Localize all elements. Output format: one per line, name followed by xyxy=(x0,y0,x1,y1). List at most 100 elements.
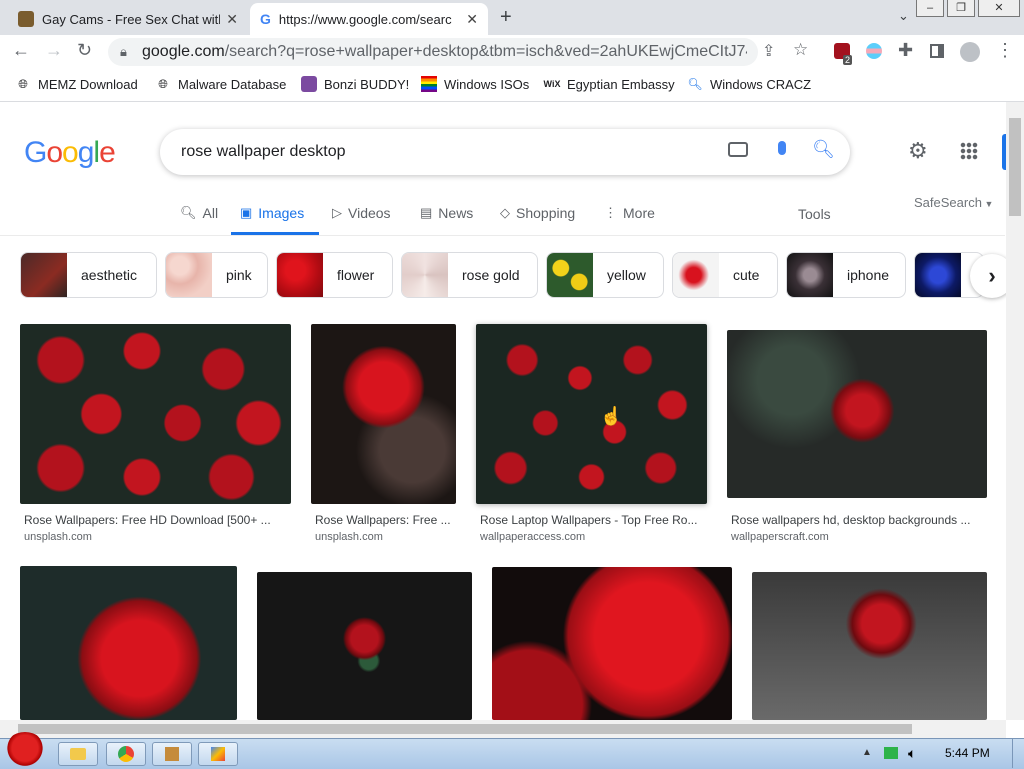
close-window-button[interactable]: ✕ xyxy=(978,0,1020,17)
tray-expand-icon[interactable]: ▲ xyxy=(862,747,872,758)
vertical-scroll-thumb[interactable] xyxy=(1009,118,1021,216)
search-input[interactable]: rose wallpaper desktop xyxy=(181,143,346,161)
tab-shopping[interactable]: ◇ Shopping xyxy=(500,205,575,221)
url-text[interactable]: google.com/search?q=rose+wallpaper+deskt… xyxy=(142,43,747,61)
bookmark-memz[interactable]: 🌐︎ MEMZ Download xyxy=(15,76,138,92)
result-caption[interactable]: Rose wallpapers hd, desktop backgrounds … xyxy=(731,513,970,527)
tab-active[interactable]: G https://www.google.com/searc ✕ xyxy=(250,3,488,35)
logo-letter: o xyxy=(46,136,63,169)
chip-label: cute xyxy=(733,267,760,283)
minimize-button[interactable]: ‒ xyxy=(916,0,944,17)
flag-extension-icon[interactable] xyxy=(866,43,882,59)
extension-badge: 2 xyxy=(843,55,853,65)
bookmark-label: MEMZ Download xyxy=(38,76,138,92)
back-arrow-icon[interactable]: ← xyxy=(12,40,30,61)
tab-more[interactable]: ⋮ More xyxy=(604,205,655,221)
tab-images[interactable]: ▣ Images xyxy=(240,205,304,221)
kebab-icon: ⋮ xyxy=(604,205,617,220)
chip-label: aesthetic xyxy=(81,267,138,283)
chip-cute[interactable]: cute xyxy=(672,252,778,298)
tab-title: Gay Cams - Free Sex Chat with xyxy=(42,11,221,27)
network-icon[interactable] xyxy=(884,747,898,759)
result-image[interactable] xyxy=(727,330,987,498)
reload-icon[interactable]: ↻ xyxy=(77,40,92,61)
close-tab-icon[interactable]: ✕ xyxy=(226,11,238,28)
google-logo[interactable]: Google xyxy=(24,136,116,170)
result-source[interactable]: unsplash.com xyxy=(24,531,92,543)
search-submit-icon[interactable]: 🔍︎ xyxy=(812,139,835,160)
side-panel-icon[interactable] xyxy=(930,44,944,58)
chip-flower[interactable]: flower xyxy=(276,252,393,298)
safesearch-dropdown[interactable]: SafeSearch ▼ xyxy=(914,195,993,210)
chip-thumbnail xyxy=(547,253,593,297)
result-source[interactable]: wallpaperscraft.com xyxy=(731,531,829,543)
taskbar-clock[interactable]: 5:44 PM xyxy=(945,746,990,760)
chip-iphone[interactable]: iphone xyxy=(786,252,906,298)
settings-gear-icon[interactable]: ⚙ xyxy=(908,138,928,164)
tools-button[interactable]: Tools xyxy=(798,206,831,222)
result-image[interactable] xyxy=(752,572,987,720)
bookmark-windows-isos[interactable]: Windows ISOs xyxy=(421,76,529,92)
taskbar-chrome-button[interactable] xyxy=(106,742,146,766)
url-path: /search?q=rose+wallpaper+desktop&tbm=isc… xyxy=(224,43,747,60)
lock-icon[interactable]: 🔒︎ xyxy=(120,44,127,60)
package-icon xyxy=(165,747,179,761)
result-image[interactable] xyxy=(476,324,707,504)
new-tab-button[interactable]: + xyxy=(500,6,512,29)
tab-videos[interactable]: ▷ Videos xyxy=(332,205,391,221)
result-caption[interactable]: Rose Wallpapers: Free ... xyxy=(315,513,451,527)
tab-news[interactable]: ▤ News xyxy=(420,205,473,221)
camera-icon[interactable] xyxy=(728,142,748,157)
volume-icon[interactable]: 🔈︎ xyxy=(908,745,916,762)
result-caption[interactable]: Rose Laptop Wallpapers - Top Free Ro... xyxy=(480,513,697,527)
angry-bird-start-icon[interactable] xyxy=(4,732,46,768)
bookmark-bonzi[interactable]: Bonzi BUDDY! xyxy=(301,76,409,92)
bookmark-star-icon[interactable]: ☆ xyxy=(793,40,808,60)
logo-letter: G xyxy=(24,136,47,169)
logo-letter: g xyxy=(77,136,95,169)
tab-inactive[interactable]: Gay Cams - Free Sex Chat with ✕ xyxy=(8,3,248,35)
bookmark-windows-cracz[interactable]: 🔍︎ Windows CRACZ xyxy=(687,76,811,92)
chip-pink[interactable]: pink xyxy=(165,252,268,298)
wix-icon: WiX xyxy=(543,79,561,89)
taskbar-explorer-button[interactable] xyxy=(58,742,98,766)
close-tab-icon[interactable]: ✕ xyxy=(466,11,478,28)
result-image[interactable] xyxy=(492,567,732,720)
microphone-icon[interactable] xyxy=(778,141,786,155)
bookmark-label: Windows CRACZ xyxy=(710,76,812,92)
result-image[interactable] xyxy=(257,572,472,720)
extensions-puzzle-icon[interactable]: ✚ xyxy=(898,40,913,61)
tab-label: More xyxy=(623,205,655,221)
search-icon: 🔍︎ xyxy=(180,205,197,220)
maximize-button[interactable]: ❐ xyxy=(947,0,975,17)
search-icon: 🔍︎ xyxy=(687,77,703,91)
profile-avatar-icon[interactable] xyxy=(960,42,980,62)
rainbow-flag-icon xyxy=(421,76,437,92)
chip-yellow[interactable]: yellow xyxy=(546,252,664,298)
show-desktop-button[interactable] xyxy=(1012,738,1024,768)
result-image[interactable] xyxy=(20,566,237,720)
forward-arrow-icon[interactable]: → xyxy=(45,40,63,61)
chip-rose-gold[interactable]: rose gold xyxy=(401,252,538,298)
chip-aesthetic[interactable]: aesthetic xyxy=(20,252,157,298)
result-source[interactable]: unsplash.com xyxy=(315,531,383,543)
apps-grid-icon[interactable] xyxy=(960,142,978,160)
tab-all[interactable]: 🔍︎ All xyxy=(180,205,218,221)
app-icon xyxy=(211,747,225,761)
result-image[interactable] xyxy=(311,324,456,504)
share-icon[interactable]: ⇪ xyxy=(762,41,775,61)
menu-kebab-icon[interactable]: ⋮ xyxy=(996,40,1014,61)
taskbar-app-button[interactable] xyxy=(198,742,238,766)
taskbar-package-button[interactable] xyxy=(152,742,192,766)
bookmark-egyptian-embassy[interactable]: WiX Egyptian Embassy xyxy=(544,76,675,92)
result-caption[interactable]: Rose Wallpapers: Free HD Download [500+ … xyxy=(24,513,271,527)
chip-thumbnail xyxy=(402,253,448,297)
tab-search-chevron-icon[interactable]: ⌄ xyxy=(898,8,909,24)
result-image[interactable] xyxy=(20,324,291,504)
bookmark-malware-database[interactable]: 🌐︎ Malware Database xyxy=(155,76,286,92)
result-source[interactable]: wallpaperaccess.com xyxy=(480,531,585,543)
chip-thumbnail xyxy=(673,253,719,297)
chip-thumbnail xyxy=(787,253,833,297)
bookmark-label: Egyptian Embassy xyxy=(567,76,675,92)
horizontal-scroll-thumb[interactable] xyxy=(18,724,912,734)
